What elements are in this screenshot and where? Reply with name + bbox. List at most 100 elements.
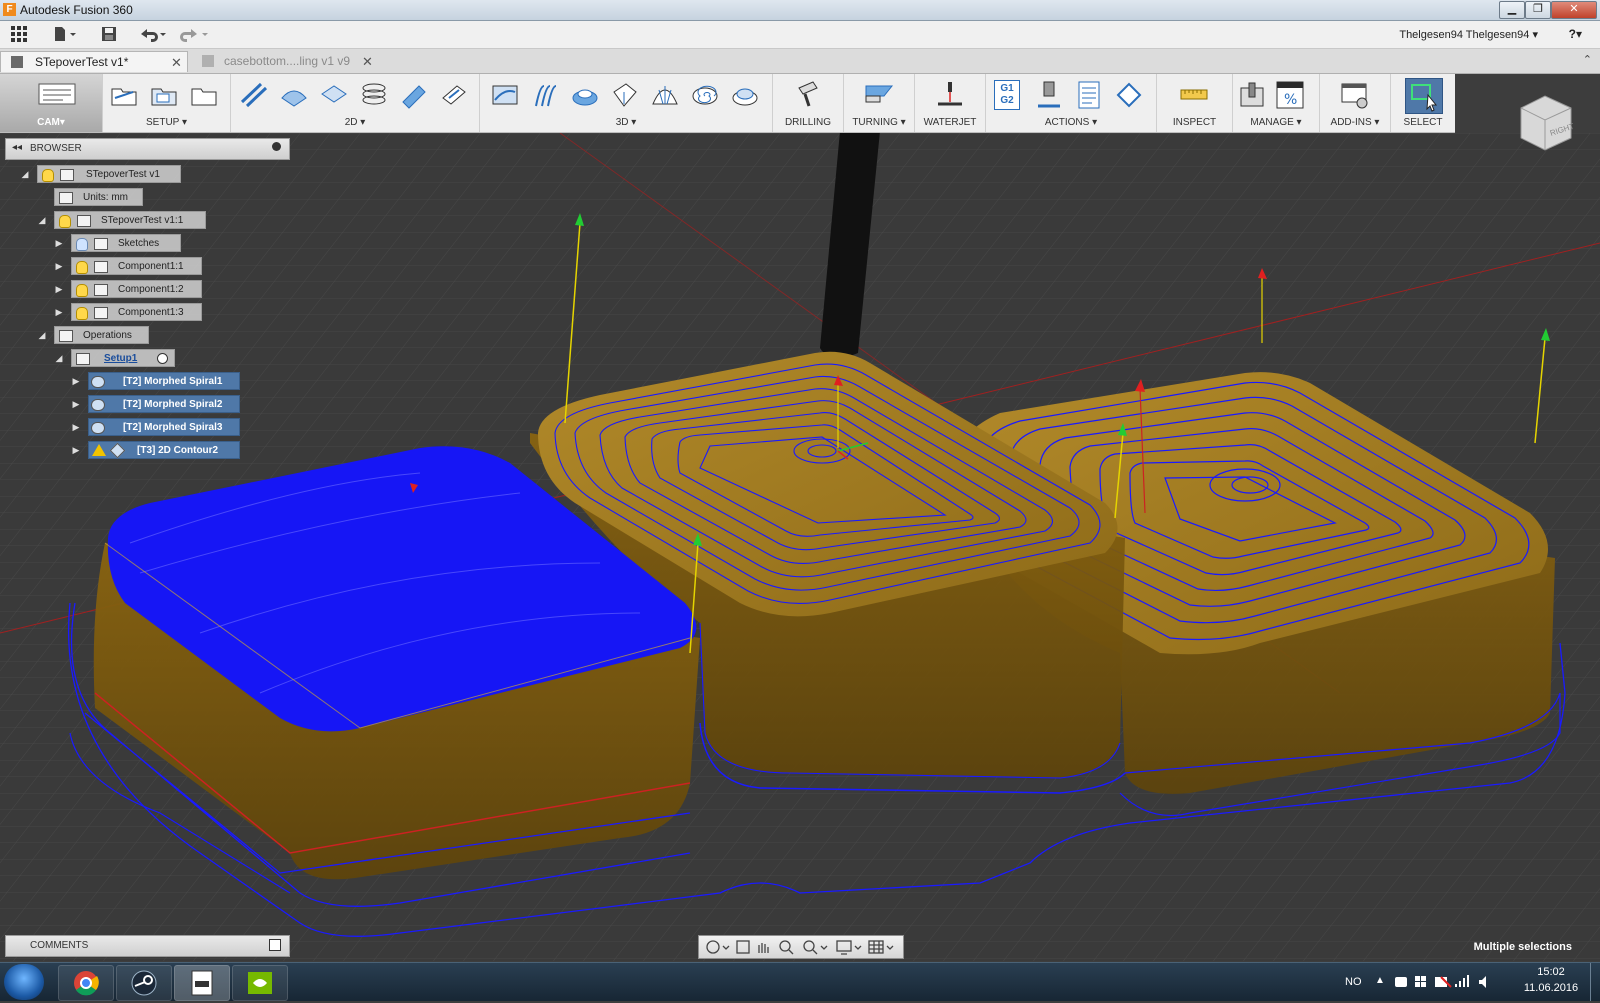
tree-item-document[interactable]: STepoverTest v1 bbox=[37, 165, 181, 183]
expand-toggle-icon[interactable]: ◢ bbox=[54, 349, 64, 367]
visibility-bulb-icon[interactable] bbox=[76, 307, 88, 320]
browser-panel-header[interactable]: ◂◂ BROWSER bbox=[5, 138, 290, 160]
comments-panel-header[interactable]: COMMENTS bbox=[5, 935, 290, 957]
expand-toggle-icon[interactable]: ▶ bbox=[71, 418, 81, 436]
look-at-icon[interactable] bbox=[736, 940, 750, 954]
setup-icon bbox=[76, 353, 90, 365]
minimize-button[interactable]: ▁ bbox=[1499, 1, 1525, 19]
3d-group[interactable]: 3D ▾ bbox=[480, 74, 773, 132]
comments-title: COMMENTS bbox=[30, 940, 89, 951]
show-hidden-icons-icon[interactable]: ▲ bbox=[1375, 975, 1385, 986]
select-group[interactable]: SELECT bbox=[1391, 74, 1455, 132]
generate-icon bbox=[1116, 82, 1142, 108]
comments-pin-icon[interactable] bbox=[269, 939, 281, 951]
save-icon[interactable] bbox=[100, 25, 118, 43]
input-language[interactable]: NO bbox=[1345, 976, 1362, 988]
tree-item-2d-contour2[interactable]: [T3] 2D Contour2 bbox=[88, 441, 240, 459]
add-ins-group[interactable]: ADD-INS ▾ bbox=[1320, 74, 1391, 132]
setup-sheet-icon bbox=[151, 88, 177, 106]
tree-item-component1-3[interactable]: Component1:3 bbox=[71, 303, 202, 321]
zoom-window-icon[interactable] bbox=[779, 940, 794, 955]
nvidia-taskbar-icon[interactable] bbox=[232, 965, 288, 1001]
expand-toggle-icon[interactable]: ◢ bbox=[37, 326, 47, 344]
help-icon[interactable]: ?▾ bbox=[1569, 27, 1582, 41]
close-window-button[interactable]: ✕ bbox=[1551, 1, 1597, 19]
expand-toggle-icon[interactable]: ◢ bbox=[37, 211, 47, 229]
tree-item-operations[interactable]: Operations bbox=[54, 326, 149, 344]
expand-toggle-icon[interactable]: ▶ bbox=[71, 395, 81, 413]
turning-group[interactable]: TURNING ▾ bbox=[844, 74, 915, 132]
activate-setup-icon[interactable] bbox=[157, 353, 168, 364]
tree-item-sketches[interactable]: Sketches bbox=[71, 234, 181, 252]
contour-icon bbox=[613, 83, 637, 107]
tree-item-morphed-spiral2[interactable]: [T2] Morphed Spiral2 bbox=[88, 395, 240, 413]
expand-toggle-icon[interactable]: ▶ bbox=[71, 441, 81, 459]
inspect-group[interactable]: INSPECT bbox=[1157, 74, 1233, 132]
tab-label: casebottom....ling v1 v9 bbox=[224, 54, 351, 68]
svg-text:%: % bbox=[1284, 92, 1297, 108]
tool-library-icon bbox=[1240, 82, 1264, 107]
visibility-bulb-icon[interactable] bbox=[76, 284, 88, 297]
select-label: SELECT bbox=[1403, 117, 1443, 128]
expand-toggle-icon[interactable]: ◢ bbox=[20, 165, 30, 183]
expand-toggle-icon[interactable]: ▶ bbox=[71, 372, 81, 390]
expand-toggle-icon[interactable]: ▶ bbox=[54, 234, 64, 252]
tab-stepovertest[interactable]: STepoverTest v1* ✕ bbox=[0, 51, 188, 72]
tree-item-component-root[interactable]: STepoverTest v1:1 bbox=[54, 211, 206, 229]
slot-icon bbox=[402, 85, 426, 109]
setup-group[interactable]: SETUP ▾ bbox=[103, 74, 231, 132]
manage-group[interactable]: % MANAGE ▾ bbox=[1233, 74, 1320, 132]
tree-item-setup1[interactable]: Setup1 bbox=[71, 349, 175, 367]
grid-settings-icon[interactable] bbox=[868, 940, 894, 954]
expand-toggle-icon[interactable]: ▶ bbox=[54, 303, 64, 321]
view-cube[interactable]: RIGHT bbox=[1515, 92, 1577, 154]
display-settings-icon[interactable] bbox=[836, 940, 862, 955]
collapse-browser-icon[interactable]: ◂◂ bbox=[12, 142, 22, 153]
expand-toggle-icon[interactable]: ▶ bbox=[54, 257, 64, 275]
actions-group[interactable]: G1 G2 ACTIONS ▾ bbox=[986, 74, 1157, 132]
expand-toggle-icon[interactable]: ▶ bbox=[54, 280, 64, 298]
folder-icon bbox=[94, 238, 108, 250]
chrome-taskbar-icon[interactable] bbox=[58, 965, 114, 1001]
visibility-bulb-icon[interactable] bbox=[76, 238, 88, 251]
redo-icon[interactable] bbox=[180, 25, 210, 43]
visibility-bulb-icon[interactable] bbox=[42, 169, 54, 182]
browser-pin-icon[interactable] bbox=[272, 142, 281, 151]
tree-item-units[interactable]: Units: mm bbox=[54, 188, 143, 206]
2d-group[interactable]: 2D ▾ bbox=[231, 74, 480, 132]
fusion-taskbar-icon[interactable] bbox=[174, 965, 230, 1001]
component-icon bbox=[94, 261, 108, 273]
zoom-icon[interactable] bbox=[803, 940, 828, 955]
tab-casebottom[interactable]: casebottom....ling v1 v9 ✕ bbox=[190, 51, 378, 72]
system-tray-icons[interactable] bbox=[1395, 973, 1515, 991]
tree-item-component1-2[interactable]: Component1:2 bbox=[71, 280, 202, 298]
show-desktop-button[interactable] bbox=[1590, 963, 1600, 1001]
close-tab-icon[interactable]: ✕ bbox=[362, 51, 373, 72]
pocket-clearing-icon bbox=[535, 85, 557, 107]
clock-date[interactable]: 11.06.2016 bbox=[1519, 982, 1583, 994]
drilling-group[interactable]: DRILLING bbox=[773, 74, 844, 132]
steam-taskbar-icon[interactable] bbox=[116, 965, 172, 1001]
tree-item-morphed-spiral3[interactable]: [T2] Morphed Spiral3 bbox=[88, 418, 240, 436]
pan-hand-icon[interactable] bbox=[758, 943, 769, 953]
start-button-icon[interactable] bbox=[4, 964, 44, 1000]
data-panel-grid-icon[interactable] bbox=[10, 25, 30, 43]
visibility-bulb-icon[interactable] bbox=[59, 215, 71, 228]
document-node-icon bbox=[60, 169, 74, 181]
visibility-bulb-icon[interactable] bbox=[76, 261, 88, 274]
restore-button[interactable]: ❐ bbox=[1525, 1, 1551, 19]
tree-item-morphed-spiral1[interactable]: [T2] Morphed Spiral1 bbox=[88, 372, 240, 390]
tree-item-component1-1[interactable]: Component1:1 bbox=[71, 257, 202, 275]
undo-icon[interactable] bbox=[138, 25, 168, 43]
waterjet-group[interactable]: WATERJET bbox=[915, 74, 986, 132]
user-account-menu[interactable]: Thelgesen94 Thelgesen94 ▾ bbox=[1399, 28, 1538, 41]
file-menu-icon[interactable] bbox=[52, 25, 78, 43]
2d-pocket-icon bbox=[281, 90, 307, 107]
morphed-spiral-icon bbox=[91, 422, 105, 434]
windows-taskbar: NO ▲ 15:02 11.06.2016 bbox=[0, 962, 1600, 1001]
close-tab-icon[interactable]: ✕ bbox=[171, 52, 182, 73]
workspace-switcher[interactable]: CAM▾ bbox=[0, 74, 103, 132]
clock-time[interactable]: 15:02 bbox=[1525, 966, 1577, 978]
expand-tabs-icon[interactable]: ⌃ bbox=[1583, 53, 1592, 66]
orbit-icon[interactable] bbox=[706, 940, 730, 954]
